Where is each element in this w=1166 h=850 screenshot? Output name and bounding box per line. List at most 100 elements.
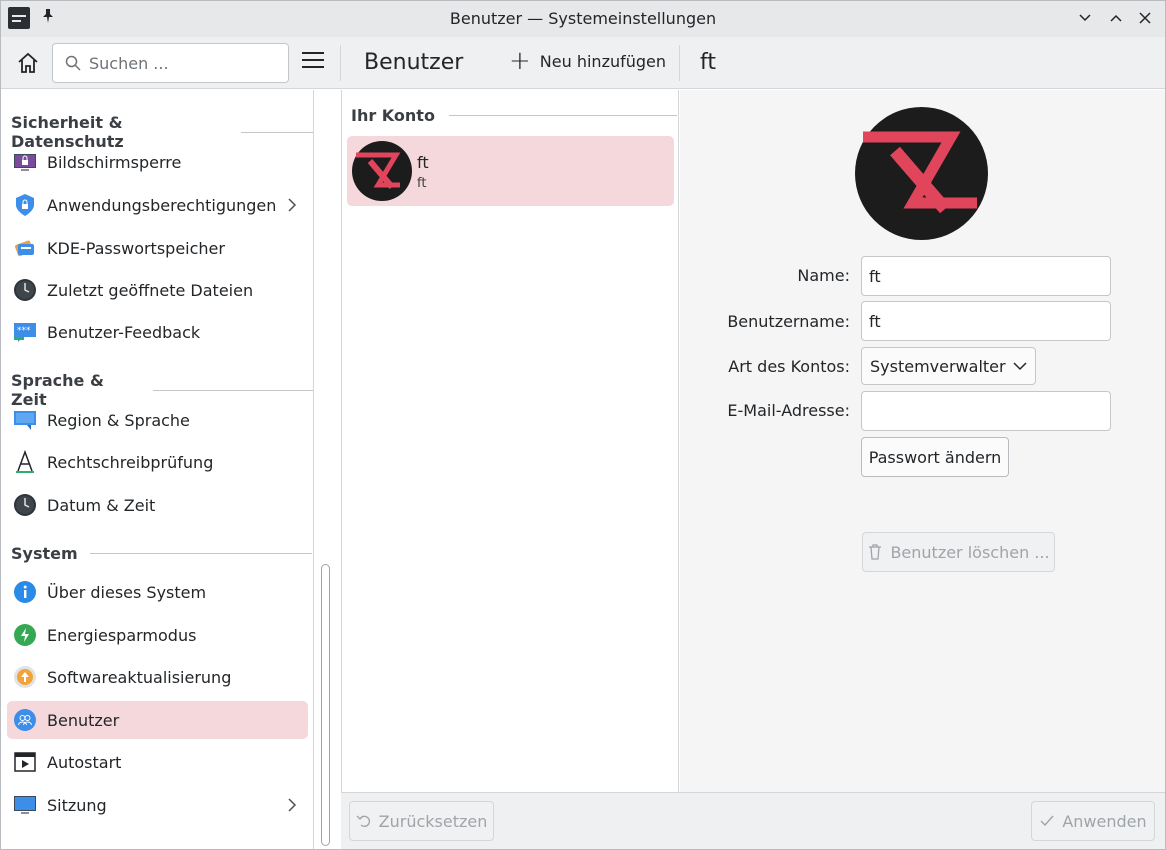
- name-field[interactable]: [861, 256, 1111, 296]
- apply-label: Anwenden: [1062, 811, 1147, 831]
- sidebar-item-software-update[interactable]: Softwareaktualisierung: [7, 658, 308, 696]
- feedback-icon: ***: [13, 320, 37, 344]
- toolbar-separator: [679, 45, 680, 81]
- sidebar-item-screen-lock[interactable]: Bildschirmsperre: [7, 143, 308, 181]
- reset-button[interactable]: Zurücksetzen: [349, 801, 494, 841]
- search-input[interactable]: [89, 53, 279, 73]
- search-icon: [65, 55, 81, 71]
- name-label: Name:: [797, 266, 850, 285]
- close-icon: [1139, 12, 1151, 24]
- sidebar-item-label: Sitzung: [47, 795, 107, 815]
- sidebar-item-label: Rechtschreibprüfung: [47, 452, 214, 472]
- clock-icon: [13, 493, 37, 517]
- clock-icon: [13, 278, 37, 302]
- home-icon: [18, 52, 38, 73]
- update-icon: [13, 665, 37, 689]
- users-icon: [13, 708, 37, 732]
- sidebar-item-recent-files[interactable]: Zuletzt geöffnete Dateien: [7, 271, 308, 309]
- maximize-button[interactable]: [1105, 7, 1127, 29]
- window-title: Benutzer — Systemeinstellungen: [449, 9, 717, 28]
- sidebar-item-users[interactable]: Benutzer: [7, 701, 308, 739]
- plus-icon: +: [509, 46, 531, 76]
- svg-text:***: ***: [17, 326, 31, 336]
- undo-icon: [356, 815, 370, 827]
- username-field[interactable]: [861, 301, 1111, 341]
- email-label: E-Mail-Adresse:: [727, 401, 850, 420]
- your-account-header: Ihr Konto: [351, 106, 677, 125]
- sidebar-item-label: Softwareaktualisierung: [47, 667, 232, 687]
- account-type-label: Art des Kontos:: [728, 357, 850, 376]
- session-icon: [13, 793, 37, 817]
- power-icon: [13, 623, 37, 647]
- add-user-button[interactable]: + Neu hinzufügen: [509, 46, 667, 76]
- hamburger-menu-button[interactable]: [302, 52, 326, 74]
- email-field[interactable]: [861, 391, 1111, 431]
- sidebar-item-spellcheck[interactable]: Rechtschreibprüfung: [7, 443, 308, 481]
- accounts-panel: Ihr Konto ft ft: [341, 90, 679, 792]
- sidebar-item-label: Anwendungsberechtigungen: [47, 195, 277, 215]
- wallet-icon: [13, 236, 37, 260]
- account-type-select[interactable]: Systemverwalter: [861, 347, 1036, 385]
- section-title: Ihr Konto: [351, 106, 435, 125]
- sidebar-scrollbar[interactable]: [321, 564, 330, 846]
- sidebar-item-region[interactable]: Region & Sprache: [7, 401, 308, 439]
- sidebar-item-label: Über dieses System: [47, 582, 207, 602]
- subpage-title: ft: [700, 50, 716, 75]
- user-avatar: [352, 141, 412, 201]
- sidebar-item-kde-wallet[interactable]: KDE-Passwortspeicher: [7, 229, 308, 267]
- close-button[interactable]: [1134, 7, 1156, 29]
- change-password-label: Passwort ändern: [868, 447, 1002, 467]
- sidebar-item-label: Region & Sprache: [47, 410, 190, 430]
- section-title: System: [11, 544, 78, 563]
- sidebar-item-label: KDE-Passwortspeicher: [47, 238, 225, 258]
- user-list-item[interactable]: ft ft: [347, 136, 674, 206]
- settings-window: Benutzer — Systemeinstellungen Suchen ..…: [0, 0, 1166, 850]
- sidebar-item-label: Energiesparmodus: [47, 625, 197, 645]
- chevron-right-icon: [288, 198, 297, 212]
- page-title: Benutzer: [364, 50, 464, 75]
- change-password-button[interactable]: Passwort ändern: [861, 437, 1009, 477]
- checkmark-icon: [1040, 815, 1054, 827]
- sidebar-item-label: Benutzer-Feedback: [47, 322, 201, 342]
- region-flag-icon: [13, 408, 37, 432]
- sidebar-item-label: Zuletzt geöffnete Dateien: [47, 280, 254, 300]
- delete-user-label: Benutzer löschen ...: [890, 542, 1050, 562]
- user-details-panel: Name: Benutzername: Art des Kontos: Syst…: [680, 90, 1165, 792]
- home-button[interactable]: [15, 50, 41, 76]
- chevron-right-icon: [288, 798, 297, 812]
- sidebar-item-app-permissions[interactable]: Anwendungsberechtigungen: [7, 186, 308, 224]
- minimize-button[interactable]: [1074, 7, 1096, 29]
- toolbar-separator: [340, 45, 341, 81]
- user-login-name: ft: [417, 176, 427, 191]
- sidebar-item-about[interactable]: Über dieses System: [7, 573, 308, 611]
- info-icon: [13, 580, 37, 604]
- sidebar-item-session[interactable]: Sitzung: [7, 786, 308, 824]
- sidebar-item-user-feedback[interactable]: *** Benutzer-Feedback: [7, 313, 308, 351]
- sidebar-item-label: Bildschirmsperre: [47, 152, 182, 172]
- sidebar-item-power[interactable]: Energiesparmodus: [7, 616, 308, 654]
- shield-lock-icon: [13, 193, 37, 217]
- username-label: Benutzername:: [727, 312, 850, 331]
- lock-screen-icon: [13, 150, 37, 174]
- search-field[interactable]: [52, 43, 289, 83]
- titlebar: Benutzer — Systemeinstellungen: [1, 1, 1165, 37]
- spellcheck-icon: [13, 450, 37, 474]
- section-header-system: System: [11, 544, 312, 563]
- user-display-name: ft: [417, 153, 429, 172]
- autostart-icon: [13, 750, 37, 774]
- sidebar-item-autostart[interactable]: Autostart: [7, 743, 308, 781]
- sidebar-item-date-time[interactable]: Datum & Zeit: [7, 486, 308, 524]
- chevron-up-icon: [1110, 14, 1122, 22]
- delete-user-button[interactable]: Benutzer löschen ...: [862, 532, 1055, 572]
- sidebar-item-label: Autostart: [47, 752, 122, 772]
- toolbar: Benutzer + Neu hinzufügen ft: [1, 37, 1165, 89]
- footer-bar: Zurücksetzen Anwenden: [341, 792, 1165, 849]
- account-type-value: Systemverwalter: [870, 356, 1006, 376]
- trash-icon: [869, 544, 882, 560]
- user-avatar-large[interactable]: [855, 107, 988, 240]
- apply-button[interactable]: Anwenden: [1031, 801, 1155, 841]
- sidebar-item-label: Datum & Zeit: [47, 495, 156, 515]
- sidebar-item-label: Benutzer: [47, 710, 120, 730]
- chevron-down-icon: [1013, 362, 1027, 371]
- add-user-label: Neu hinzufügen: [539, 51, 667, 71]
